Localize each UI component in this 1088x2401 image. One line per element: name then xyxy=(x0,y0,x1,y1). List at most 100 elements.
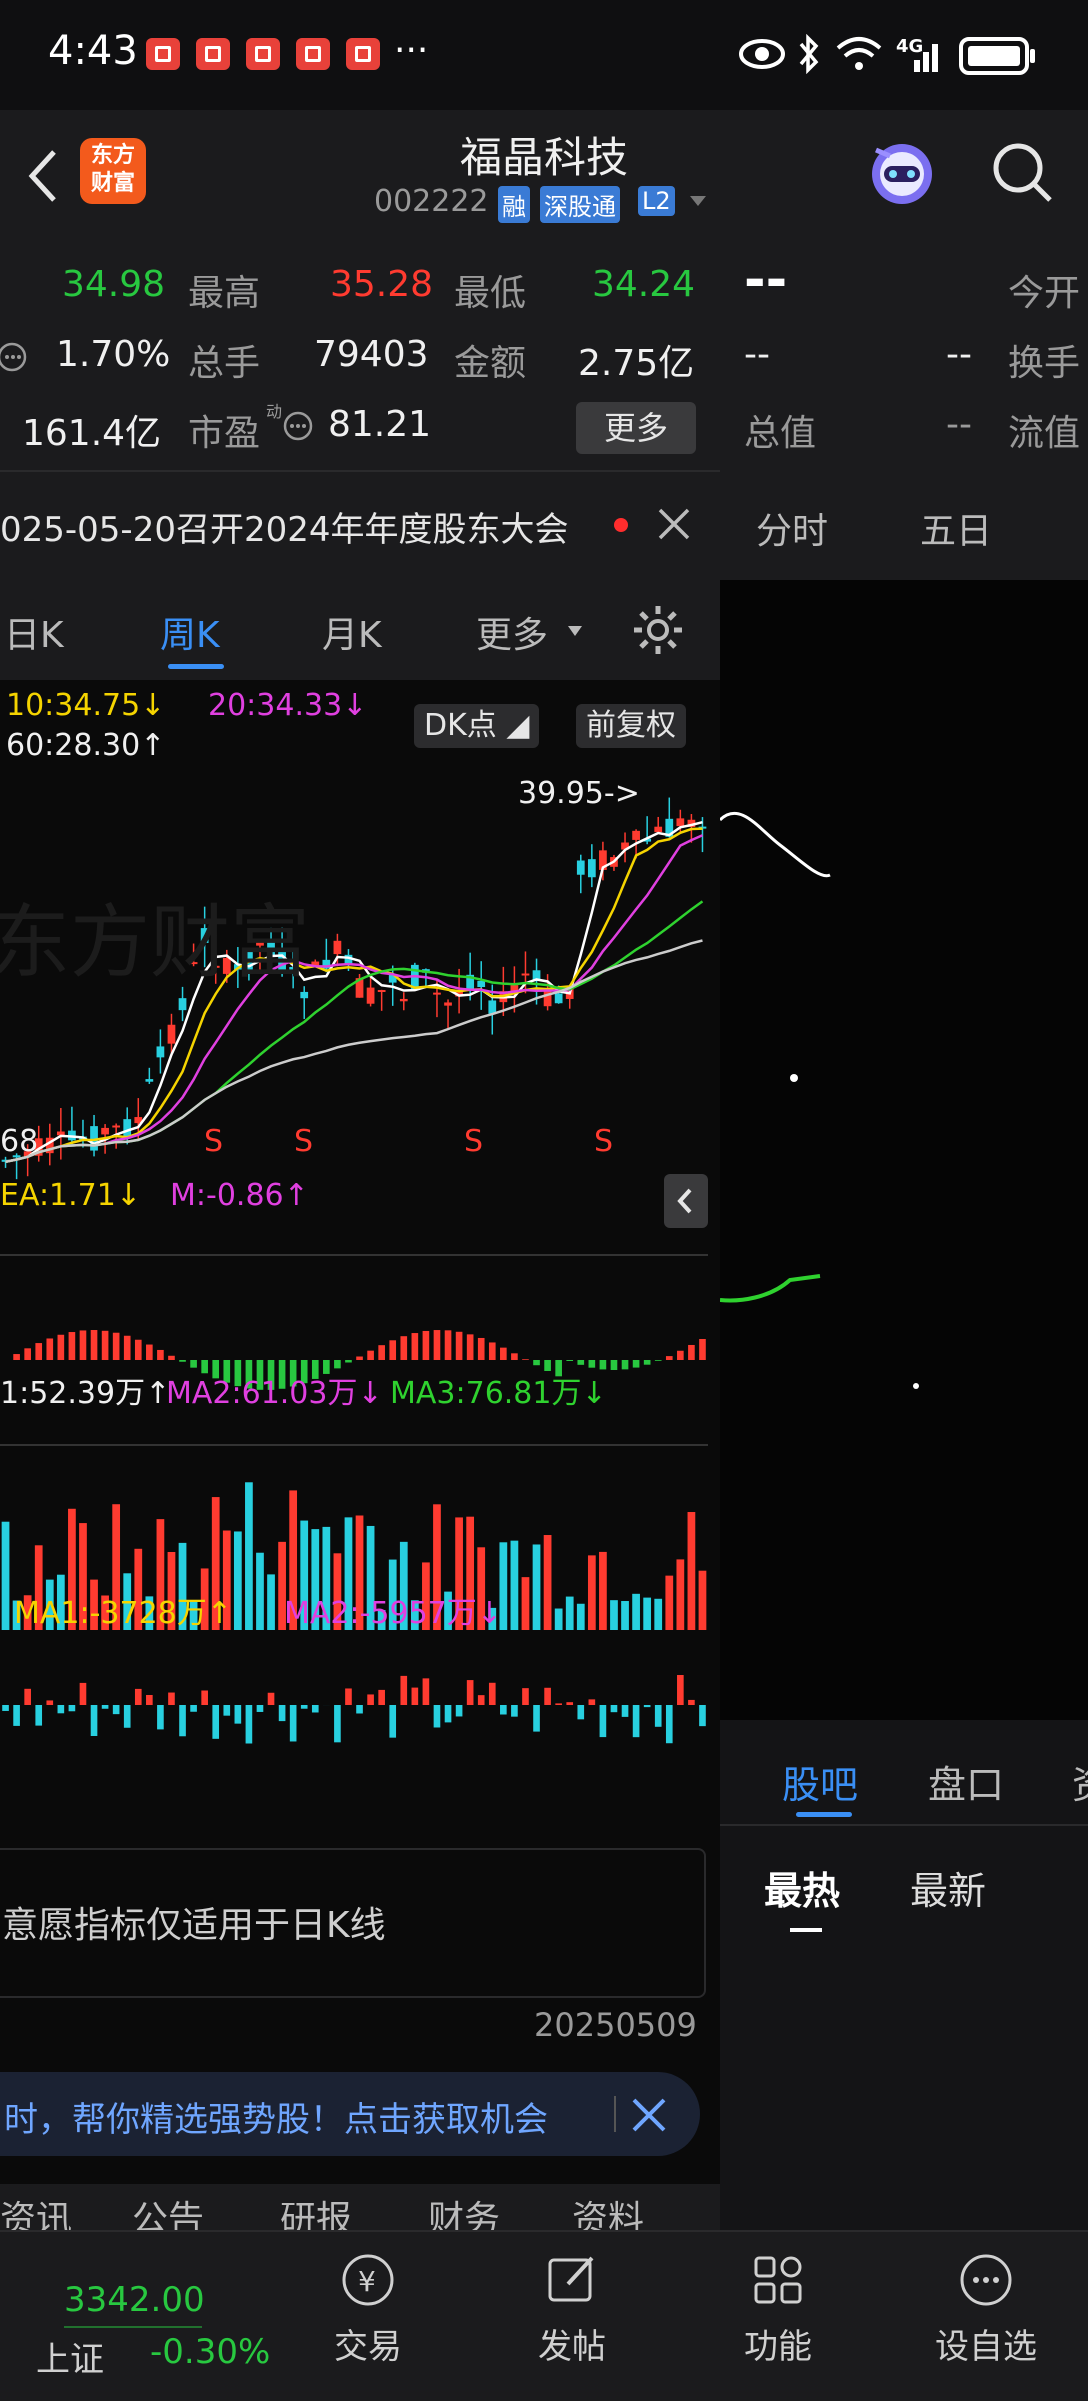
index-ticker[interactable]: 3342.00 上证 -0.30% xyxy=(0,2250,300,2380)
tab-order-book[interactable]: 盘口 xyxy=(928,1754,1004,1809)
amount-value: 2.75亿 xyxy=(578,343,695,384)
low-value: 34.24 xyxy=(592,264,696,305)
flow-bar xyxy=(688,1699,695,1705)
flow-bar xyxy=(378,1689,385,1705)
high-label: 最高 xyxy=(188,273,261,314)
l2-tag: L2 xyxy=(638,186,675,216)
info-icon[interactable] xyxy=(282,410,316,444)
ma20-label: 20:34.33↓ xyxy=(208,688,368,723)
tab-intraday[interactable]: 分时 xyxy=(756,502,828,554)
close-icon[interactable] xyxy=(656,506,692,542)
nav-trade[interactable]: ¥ 交易 xyxy=(308,2250,428,2368)
sort-hot[interactable]: 最热 xyxy=(764,1860,840,1915)
edit-icon xyxy=(548,2256,594,2302)
flow-bar xyxy=(13,1705,20,1726)
notice-text: 025-05-20召开2024年年度股东大会 xyxy=(0,510,569,550)
intraday-chart-area[interactable] xyxy=(720,580,1088,1720)
macd-bar xyxy=(566,1360,574,1361)
low-price-label: 68 xyxy=(0,1124,39,1159)
flow-bar xyxy=(57,1705,65,1714)
candle-body xyxy=(156,1046,165,1058)
tab-more[interactable]: 更多 xyxy=(476,606,548,658)
robot-assistant-icon[interactable] xyxy=(860,130,944,214)
tab-announcement[interactable]: 公告 xyxy=(132,2190,204,2230)
macd-bar xyxy=(190,1360,197,1368)
search-icon[interactable] xyxy=(988,138,1058,208)
flow-bar xyxy=(643,1705,651,1708)
flow-bar xyxy=(112,1705,120,1715)
nav-add-watchlist[interactable]: 设自选 xyxy=(926,2250,1046,2368)
volume-bar xyxy=(599,1551,607,1630)
vol-ma3-label: MA3:76.81万↓ xyxy=(390,1376,607,1411)
gear-icon[interactable] xyxy=(630,602,686,658)
flow-bar xyxy=(566,1702,574,1705)
pe-label: 市盈 xyxy=(188,413,261,454)
volume-label: 总手 xyxy=(188,343,261,384)
macd-bar xyxy=(488,1342,496,1360)
volume-bar xyxy=(698,1570,707,1630)
triangle-down-icon[interactable] xyxy=(688,194,708,210)
sort-new[interactable]: 最新 xyxy=(910,1860,986,1915)
candle-body xyxy=(576,860,585,875)
fund-flow-panel xyxy=(2,1675,706,1744)
close-icon[interactable] xyxy=(630,2096,668,2134)
kline-chart[interactable]: 10:34.75↓ 20:34.33↓ 60:28.30↑ DK点 ◢ 前复权 … xyxy=(0,680,720,1780)
volume-bar xyxy=(532,1544,541,1630)
open-label: 今开 xyxy=(1008,273,1081,314)
flow-bar xyxy=(201,1690,208,1705)
promo-banner[interactable]: 时，帮你精选强势股！点击获取机会 xyxy=(0,2072,700,2156)
flow-bar xyxy=(123,1705,131,1728)
tab-profile[interactable]: 资料 xyxy=(572,2190,644,2230)
notice-bar[interactable]: 025-05-20召开2024年年度股东大会 xyxy=(0,470,720,580)
candle-body xyxy=(632,830,640,840)
more-circle-icon xyxy=(960,2254,1012,2306)
nav-post[interactable]: 发帖 xyxy=(512,2250,632,2368)
macd-bar xyxy=(643,1360,651,1365)
volume-bar xyxy=(565,1596,574,1630)
adjust-button[interactable]: 前复权 xyxy=(576,704,686,748)
macd-bar xyxy=(511,1353,518,1360)
flow-bar xyxy=(455,1705,463,1717)
info-icon[interactable] xyxy=(0,340,34,374)
tab-month-k[interactable]: 月K xyxy=(322,606,382,658)
flow-bar xyxy=(356,1705,363,1714)
flow-bar xyxy=(632,1705,640,1738)
collapse-panel-button[interactable] xyxy=(664,1174,708,1228)
volume-bar xyxy=(676,1559,685,1630)
index-name: 上证 xyxy=(36,2340,104,2380)
candle-body xyxy=(554,993,563,1004)
flow-bar xyxy=(555,1703,562,1705)
tab-partial[interactable]: 资 xyxy=(1072,1754,1088,1809)
indicator-footer: 意愿指标仅适用于日K线 20250509 时，帮你精选强势股！点击获取机会 资讯… xyxy=(0,1780,720,2230)
macd-bar xyxy=(577,1360,585,1365)
tab-day-k[interactable]: 日K xyxy=(4,606,64,658)
macd-bar xyxy=(665,1356,673,1360)
notification-icon xyxy=(196,38,230,70)
dk-point-button[interactable]: DK点 ◢ xyxy=(414,704,540,748)
macd-bar xyxy=(112,1332,120,1360)
macd-bar xyxy=(610,1360,618,1370)
vol-ma2-label: MA2:61.03万↓ xyxy=(166,1376,383,1411)
macd-bar xyxy=(123,1335,131,1360)
market-cap: 161.4亿 xyxy=(22,413,162,454)
flow-bar xyxy=(212,1705,220,1739)
tab-finance[interactable]: 财务 xyxy=(428,2190,500,2230)
eye-icon xyxy=(739,39,785,69)
flow-bar xyxy=(334,1705,341,1743)
candle-body xyxy=(300,991,309,999)
tab-five-day[interactable]: 五日 xyxy=(920,502,992,554)
flow-bar xyxy=(289,1705,297,1742)
bottom-nav: 3342.00 上证 -0.30% ¥ 交易 发帖 功能 设自选 xyxy=(0,2230,1088,2401)
nav-function[interactable]: 功能 xyxy=(718,2250,838,2368)
macd-bar xyxy=(367,1350,374,1360)
macd-bar xyxy=(24,1348,31,1360)
flow-bar xyxy=(24,1688,31,1705)
tab-news[interactable]: 资讯 xyxy=(0,2190,72,2230)
tab-research[interactable]: 研报 xyxy=(280,2190,352,2230)
volume-bar xyxy=(654,1598,663,1630)
flow-bar xyxy=(146,1694,153,1705)
more-button[interactable]: 更多 xyxy=(576,402,696,454)
tab-guba[interactable]: 股吧 xyxy=(782,1754,858,1809)
tab-week-k[interactable]: 周K xyxy=(160,606,220,658)
candle-body xyxy=(477,980,486,988)
